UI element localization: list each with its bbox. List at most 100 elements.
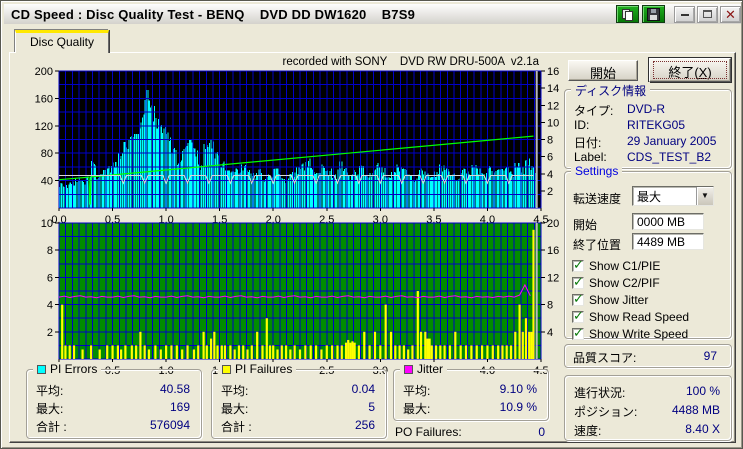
maximize-button[interactable] [697, 5, 718, 23]
exit-button[interactable]: 終了(X) [649, 58, 731, 82]
checkbox-label: Show Jitter [589, 292, 649, 307]
start-position-label: 開始 [573, 218, 598, 232]
row-label: 合計 : [221, 420, 252, 434]
checkbox-box[interactable]: ✓ [572, 291, 584, 306]
title-bar[interactable]: CD Speed : Disc Quality Test - BENQ DVD … [4, 4, 741, 24]
row-value: 5 [368, 400, 375, 414]
settings-group: Settings 転送速度 最大 ▼ 開始 終了位置 ✓Show C1/PIE✓… [564, 164, 732, 341]
svg-text:10: 10 [41, 218, 53, 230]
start-position-field[interactable] [632, 213, 704, 230]
minimize-button[interactable] [674, 5, 695, 23]
transfer-speed-select[interactable]: 最大 ▼ [632, 186, 714, 206]
end-position-label: 終了位置 [573, 238, 622, 252]
svg-text:10: 10 [547, 117, 559, 129]
info-row: 日付: 29 January 2005 [574, 134, 722, 150]
checkbox-show-read-speed[interactable]: ✓ Show Read Speed [572, 308, 689, 324]
info-row: 進行状況: 100 % [574, 384, 722, 400]
row-value: 576094 [149, 418, 190, 432]
row-value: 0.04 [351, 382, 375, 396]
checkbox-box[interactable]: ✓ [572, 257, 584, 272]
pi-errors-chart: 20016012080401614121086420.0 0.5 1.0 1.5 2.0… [35, 66, 560, 225]
row-label: 進行状況: [574, 386, 626, 400]
chevron-down-icon[interactable]: ▼ [696, 187, 713, 205]
checkbox-show-c1-pie[interactable]: ✓ Show C1/PIE [572, 257, 660, 273]
info-row: 速度: 8.40 X [574, 422, 722, 438]
checkbox-label: Show Write Speed [589, 326, 689, 341]
start-button[interactable]: 開始 [568, 60, 638, 81]
row-value: 10.9 % [499, 400, 537, 414]
row-label: ID: [574, 118, 590, 132]
checkbox-show-c2-pif[interactable]: ✓ Show C2/PIF [572, 274, 660, 290]
svg-text:2: 2 [47, 327, 53, 339]
row-value: 256 [354, 418, 375, 432]
pi-errors-legend-label: PI Errors [50, 362, 98, 376]
svg-text:8: 8 [547, 300, 553, 312]
transfer-speed-label: 転送速度 [573, 192, 622, 206]
checkbox-box[interactable]: ✓ [572, 308, 584, 323]
pi-errors-stats-box: PI Errors 平均: 40.58 最大: 169 合計 : 576094 [26, 362, 202, 439]
window-controls: ✕ [672, 5, 741, 23]
row-label: 平均: [403, 384, 431, 398]
transfer-speed-value: 最大 [637, 189, 662, 204]
checkbox-show-write-speed[interactable]: ✓ Show Write Speed [572, 325, 689, 341]
tab-label: Disc Quality [29, 35, 94, 49]
svg-text:8: 8 [547, 135, 553, 147]
pi-failures-stats-box: PI Failures 平均: 0.04 最大: 5 合計 : 256 [211, 362, 387, 439]
copy-icon[interactable] [616, 5, 639, 23]
app-window: CD Speed : Disc Quality Test - BENQ DVD … [0, 0, 743, 449]
row-value: CDS_TEST_B2 [627, 150, 712, 164]
svg-text:40: 40 [41, 176, 53, 188]
info-row: ポジション: 4488 MB [574, 403, 722, 419]
svg-text:6: 6 [547, 152, 553, 164]
svg-text:8: 8 [47, 245, 53, 257]
row-label: 日付: [574, 136, 602, 150]
info-row: 平均: 0.04 [221, 382, 377, 398]
checkbox-box[interactable]: ✓ [572, 274, 584, 289]
quality-score-box: 品質スコア: 97 [564, 344, 732, 368]
row-value: 100 % [685, 384, 720, 398]
info-row: 最大: 169 [36, 400, 192, 416]
row-label: 速度: [574, 424, 602, 438]
pi-failures-legend-label: PI Failures [235, 362, 293, 376]
close-button[interactable]: ✕ [720, 5, 741, 23]
info-row: タイプ: DVD-R [574, 102, 722, 118]
row-value: 29 January 2005 [627, 134, 717, 148]
checkbox-box[interactable]: ✓ [572, 325, 584, 340]
window-title: CD Speed : Disc Quality Test - BENQ DVD … [11, 6, 416, 22]
save-icon[interactable] [642, 5, 665, 23]
row-label: 平均: [36, 384, 64, 398]
svg-text:160: 160 [35, 93, 53, 105]
disc-info-title: ディスク情報 [571, 82, 651, 99]
row-label: 最大: [221, 402, 249, 416]
row-label: 合計 : [36, 420, 67, 434]
info-row: 合計 : 256 [221, 418, 377, 434]
row-label: ポジション: [574, 405, 638, 419]
focus-rect [653, 61, 727, 79]
info-row: ID: RITEKG05 [574, 118, 722, 134]
po-failures-value: 0 [538, 425, 545, 439]
row-label: タイプ: [574, 104, 614, 118]
quality-score-value: 97 [703, 349, 717, 363]
svg-text:4: 4 [547, 327, 553, 339]
disc-info-group: ディスク情報 タイプ: DVD-R ID: RITEKG05 日付: 29 January… [564, 82, 732, 169]
tab-disc-quality[interactable]: Disc Quality [15, 30, 109, 53]
row-value: RITEKG05 [627, 118, 686, 132]
po-failures-row: PO Failures: 0 [395, 425, 547, 439]
row-value: 4488 MB [671, 403, 720, 417]
svg-text:4: 4 [47, 300, 53, 312]
jitter-legend-swatch [404, 364, 413, 374]
svg-text:4: 4 [547, 169, 553, 181]
settings-title: Settings [571, 164, 623, 178]
svg-text:20: 20 [547, 218, 559, 230]
svg-text:200: 200 [35, 66, 53, 78]
row-value: 9.10 % [499, 382, 537, 396]
info-row: 平均: 9.10 % [403, 382, 539, 398]
row-value: 169 [169, 400, 190, 414]
svg-text:12: 12 [547, 100, 559, 112]
end-position-field[interactable] [632, 233, 704, 250]
pi-failures-jitter-chart: 108642201612840.00.51.01.52.02.53.03.54.… [41, 218, 560, 375]
checkbox-show-jitter[interactable]: ✓ Show Jitter [572, 291, 649, 307]
row-label: Label: [574, 150, 607, 164]
progress-box: 進行状況: 100 % ポジション: 4488 MB 速度: 8.40 X [564, 375, 732, 441]
quality-score-label: 品質スコア: [573, 351, 637, 365]
